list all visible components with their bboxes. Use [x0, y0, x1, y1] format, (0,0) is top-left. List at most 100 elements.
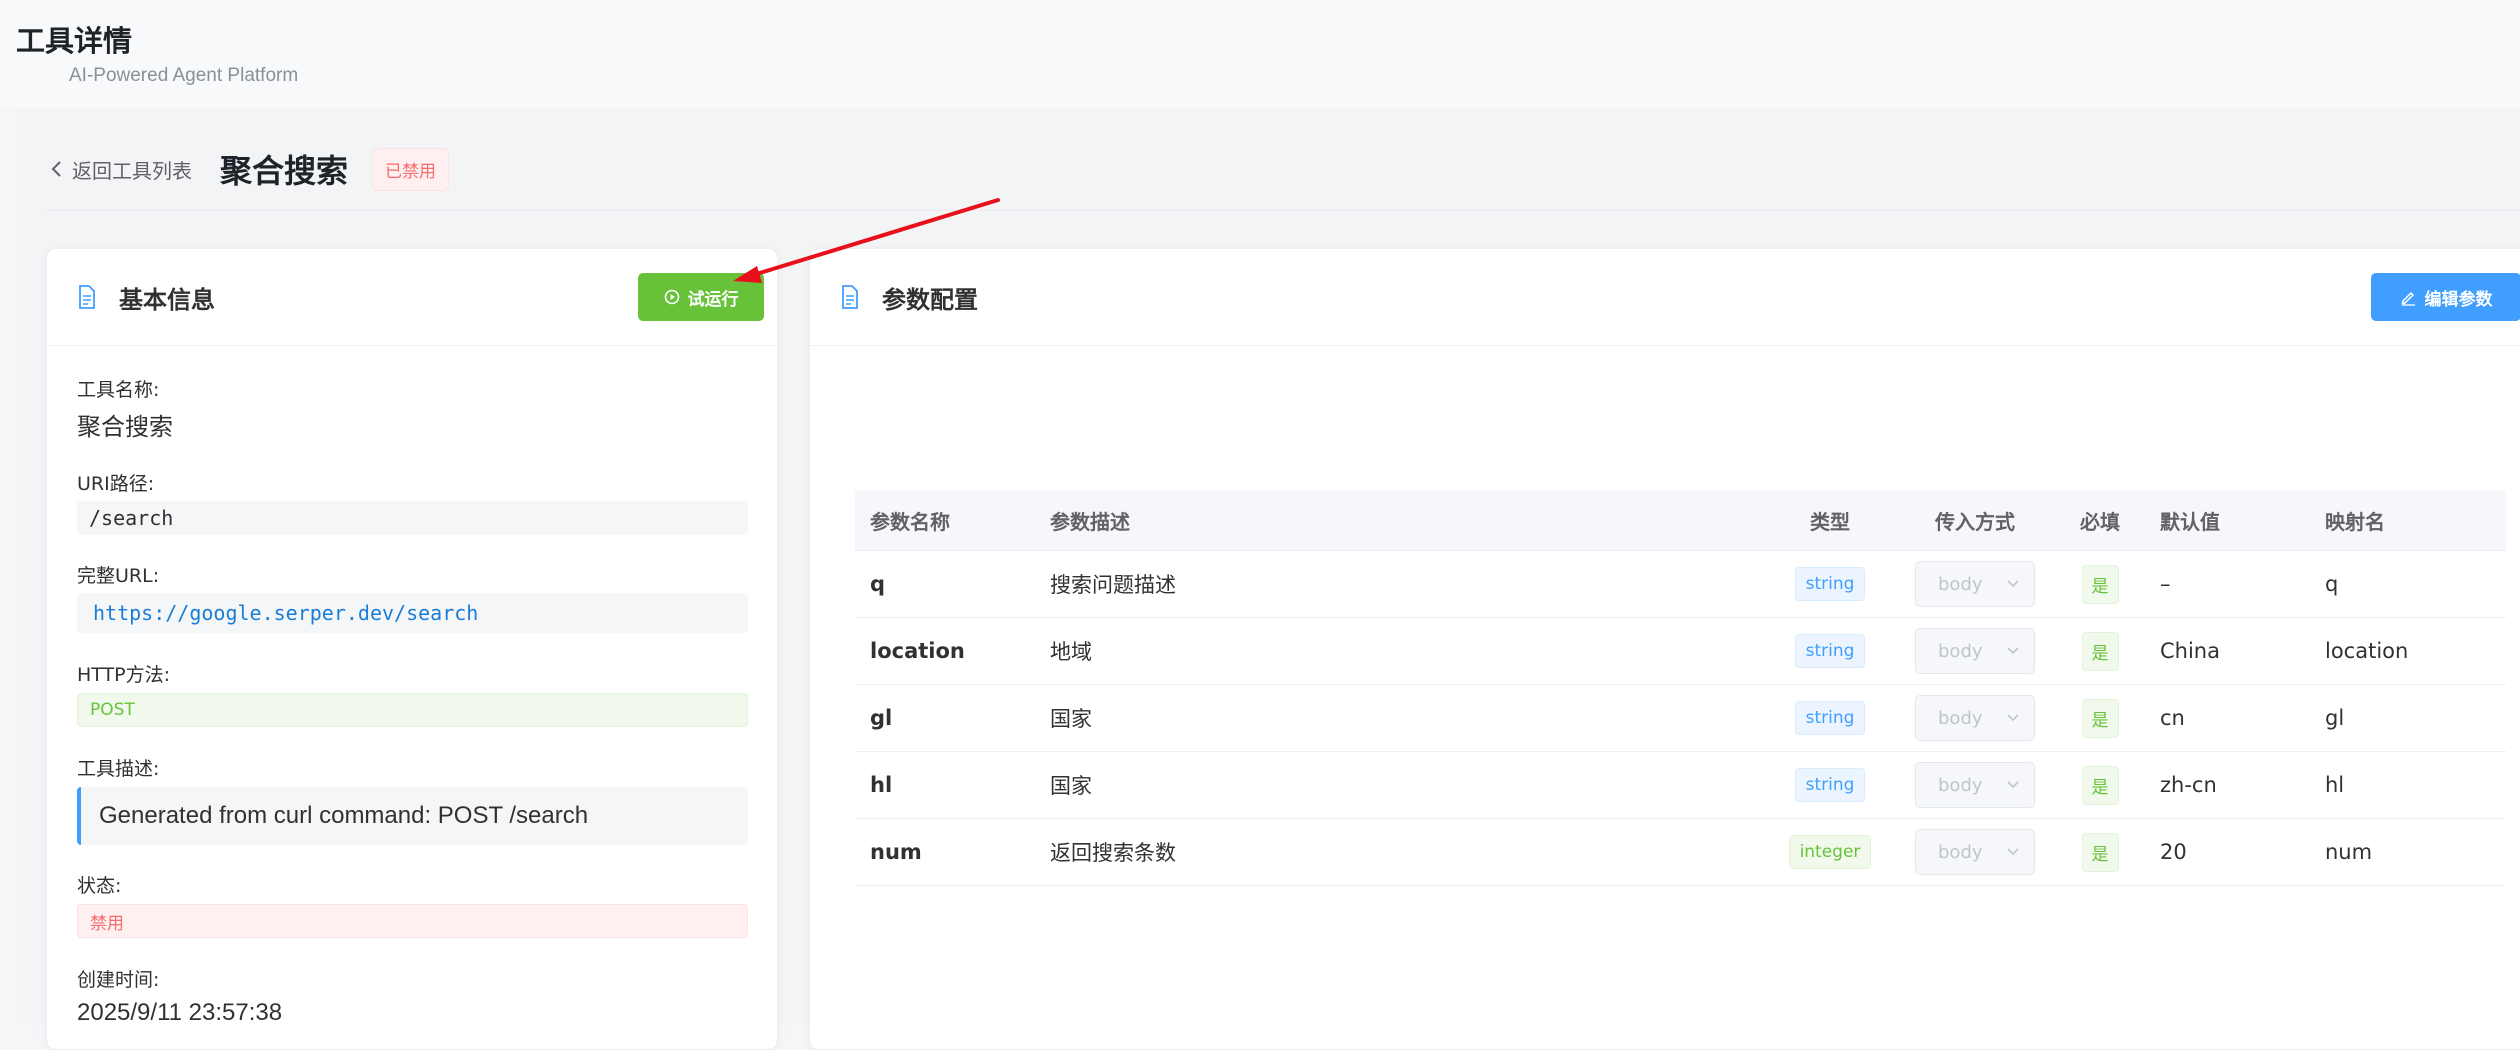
param-type-cell: string — [1765, 684, 1895, 752]
method-value: body — [1938, 841, 1983, 863]
trial-run-button[interactable]: 试运行 — [638, 273, 764, 321]
play-circle-icon — [664, 289, 679, 305]
method-value: body — [1938, 774, 1983, 796]
table-row: q 搜索问题描述 string body 是 – q — [855, 550, 2506, 618]
param-required-cell: 是 — [2055, 818, 2145, 886]
http-method-value: POST — [77, 693, 748, 727]
param-default: – — [2145, 550, 2310, 618]
method-select[interactable]: body — [1915, 762, 2035, 808]
table-row: location 地域 string body 是 China location — [855, 617, 2506, 685]
param-mapping: q — [2310, 550, 2506, 618]
param-type-cell: string — [1765, 751, 1895, 819]
column-header: 参数描述 — [1035, 490, 1765, 551]
edit-params-button[interactable]: 编辑参数 — [2371, 273, 2520, 321]
edit-icon — [2401, 291, 2415, 306]
type-tag: string — [1794, 567, 1866, 601]
basic-info-card: 基本信息 试运行 工具名称: 聚合搜索 URI路径: /search 完整URL… — [46, 248, 778, 1050]
chevron-down-icon — [2007, 580, 2019, 588]
param-desc: 国家 — [1035, 751, 1765, 819]
method-select[interactable]: body — [1915, 628, 2035, 674]
description-label: 工具描述: — [77, 758, 160, 780]
param-mapping: location — [2310, 617, 2506, 685]
param-desc: 国家 — [1035, 684, 1765, 752]
param-name: hl — [855, 751, 1035, 819]
table-row: gl 国家 string body 是 cn gl — [855, 684, 2506, 752]
app-title: 工具详情 — [16, 24, 133, 58]
param-desc: 搜索问题描述 — [1035, 550, 1765, 618]
url-label: 完整URL: — [77, 565, 160, 587]
param-desc: 地域 — [1035, 617, 1765, 685]
document-icon — [842, 285, 858, 309]
param-name: q — [855, 550, 1035, 618]
required-tag: 是 — [2081, 832, 2119, 872]
param-default: 20 — [2145, 818, 2310, 886]
column-header: 传入方式 — [1895, 490, 2055, 551]
param-required-cell: 是 — [2055, 751, 2145, 819]
chevron-down-icon — [2007, 781, 2019, 789]
param-required-cell: 是 — [2055, 617, 2145, 685]
required-tag: 是 — [2081, 765, 2119, 805]
basic-info-title: 基本信息 — [119, 285, 215, 314]
table-row: num 返回搜索条数 integer body 是 20 num — [855, 818, 2506, 886]
param-mapping: num — [2310, 818, 2506, 886]
param-default: China — [2145, 617, 2310, 685]
param-method-cell: body — [1895, 617, 2055, 685]
params-title: 参数配置 — [882, 285, 978, 314]
created-time-label: 创建时间: — [77, 969, 160, 991]
method-value: body — [1938, 640, 1983, 662]
method-select[interactable]: body — [1915, 561, 2035, 607]
method-select[interactable]: body — [1915, 829, 2035, 875]
type-tag: string — [1794, 701, 1866, 735]
param-type-cell: string — [1765, 550, 1895, 618]
document-icon — [79, 285, 95, 309]
app-subtitle: AI-Powered Agent Platform — [69, 65, 299, 86]
method-select[interactable]: body — [1915, 695, 2035, 741]
required-tag: 是 — [2081, 631, 2119, 671]
table-header-row: 参数名称 参数描述 类型 传入方式 必填 默认值 映射名 — [855, 490, 2506, 551]
params-table: 参数名称 参数描述 类型 传入方式 必填 默认值 映射名 q 搜索问题描述 st… — [855, 490, 2506, 886]
param-required-cell: 是 — [2055, 550, 2145, 618]
required-tag: 是 — [2081, 564, 2119, 604]
table-row: hl 国家 string body 是 zh-cn hl — [855, 751, 2506, 819]
edit-params-label: 编辑参数 — [2424, 289, 2493, 310]
uri-label: URI路径: — [77, 473, 155, 495]
column-header: 默认值 — [2145, 490, 2310, 551]
type-tag: string — [1794, 768, 1866, 802]
param-method-cell: body — [1895, 818, 2055, 886]
chevron-down-icon — [2007, 647, 2019, 655]
page-title: 聚合搜索 — [220, 152, 349, 190]
param-name: location — [855, 617, 1035, 685]
param-mapping: gl — [2310, 684, 2506, 752]
back-label: 返回工具列表 — [72, 158, 192, 183]
method-value: body — [1938, 707, 1983, 729]
tool-name-value: 聚合搜索 — [77, 413, 173, 441]
param-default: zh-cn — [2145, 751, 2310, 819]
param-method-cell: body — [1895, 550, 2055, 618]
param-desc: 返回搜索条数 — [1035, 818, 1765, 886]
header-divider — [46, 210, 2520, 211]
required-tag: 是 — [2081, 698, 2119, 738]
status-badge: 已禁用 — [372, 147, 450, 191]
state-label: 状态: — [77, 875, 122, 897]
url-value: https://google.serper.dev/search — [77, 593, 748, 633]
param-type-cell: string — [1765, 617, 1895, 685]
uri-value: /search — [77, 501, 748, 535]
method-value: body — [1938, 573, 1983, 595]
column-header: 映射名 — [2310, 490, 2506, 551]
param-name: gl — [855, 684, 1035, 752]
param-default: cn — [2145, 684, 2310, 752]
main-content: 返回工具列表 聚合搜索 已禁用 基本信息 试运行 工具名称: 聚合搜索 URI路… — [16, 108, 2520, 1050]
param-method-cell: body — [1895, 684, 2055, 752]
tool-name-label: 工具名称: — [77, 379, 160, 401]
column-header: 类型 — [1765, 490, 1895, 551]
chevron-down-icon — [2007, 714, 2019, 722]
param-method-cell: body — [1895, 751, 2055, 819]
top-bar: 工具详情 AI-Powered Agent Platform — [0, 0, 2520, 108]
param-type-cell: integer — [1765, 818, 1895, 886]
back-to-list-link[interactable]: 返回工具列表 — [50, 155, 192, 184]
column-header: 参数名称 — [855, 490, 1035, 551]
description-value: Generated from curl command: POST /searc… — [77, 787, 748, 845]
http-method-label: HTTP方法: — [77, 664, 171, 686]
param-required-cell: 是 — [2055, 684, 2145, 752]
state-value: 禁用 — [77, 904, 748, 938]
